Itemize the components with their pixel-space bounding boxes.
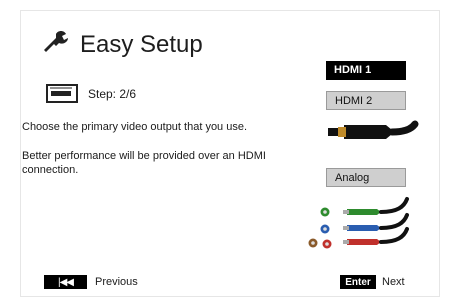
- component-cable-image: [307, 195, 419, 253]
- option-analog[interactable]: Analog: [326, 168, 406, 187]
- previous-label: Previous: [95, 276, 138, 288]
- instruction-text: Choose the primary video output that you…: [22, 121, 248, 133]
- hint-text: Better performance will be provided over…: [22, 150, 266, 176]
- skip-previous-icon[interactable]: |◀◀: [44, 275, 87, 289]
- option-hdmi-2[interactable]: HDMI 2: [326, 91, 406, 110]
- page-title: Easy Setup: [80, 30, 203, 58]
- wrench-icon: [38, 28, 70, 61]
- step-label: Step: 2/6: [88, 87, 137, 101]
- next-control[interactable]: Enter Next: [340, 275, 405, 289]
- header: Easy Setup: [38, 28, 203, 61]
- previous-control[interactable]: |◀◀ Previous: [44, 275, 138, 289]
- step-indicator: Step: 2/6: [46, 84, 136, 104]
- enter-button[interactable]: Enter: [340, 275, 376, 289]
- next-label: Next: [382, 276, 405, 288]
- video-output-icon: [46, 84, 80, 104]
- hdmi-cable-image: [300, 112, 432, 156]
- screen: Easy Setup Step: 2/6 Choose the primary …: [0, 0, 459, 304]
- option-hdmi-1[interactable]: HDMI 1: [326, 61, 406, 80]
